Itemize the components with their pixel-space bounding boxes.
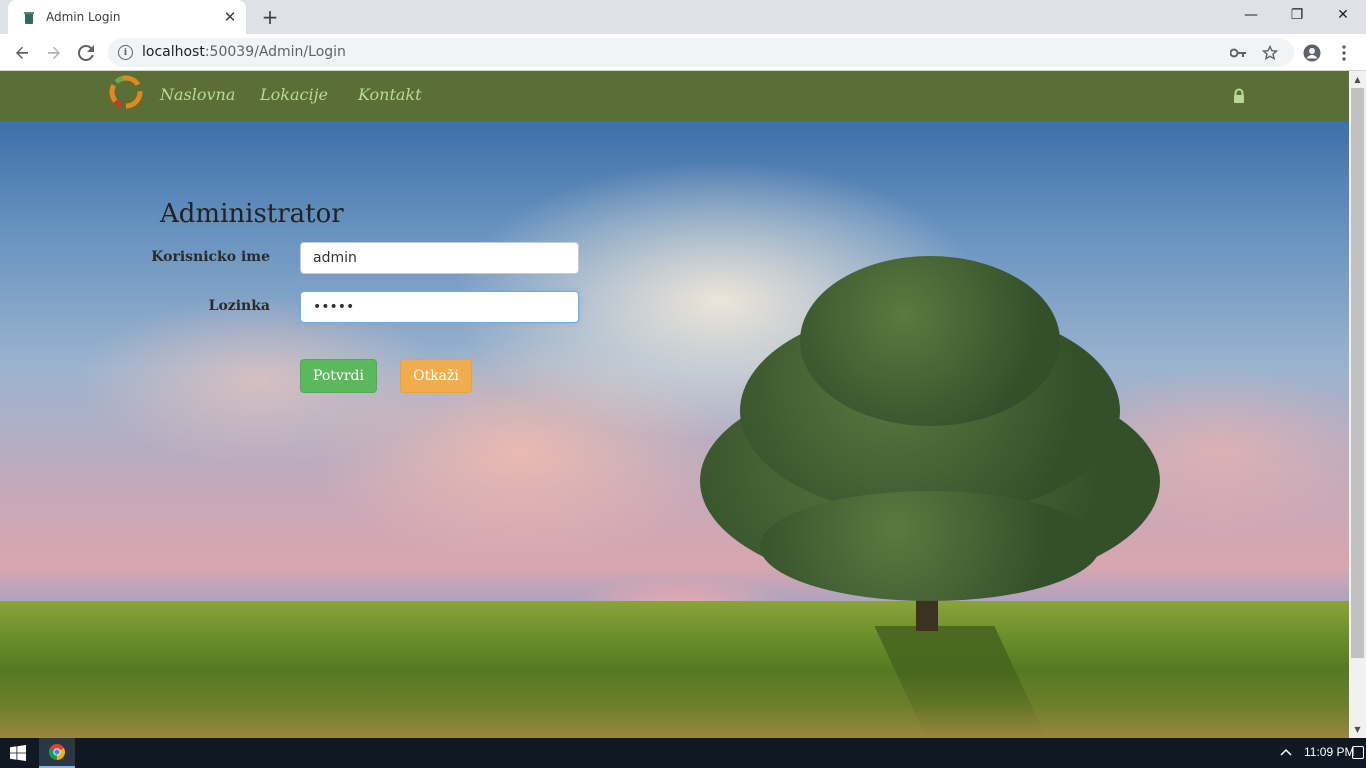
url-path: :50039/Admin/Login (204, 44, 346, 60)
windows-start-icon[interactable] (0, 738, 36, 768)
browser-tab-strip: Admin Login ✕ + — ❐ ✕ (0, 0, 1366, 34)
nav-link-home[interactable]: Naslovna (160, 85, 235, 104)
windows-taskbar: 11:09 PM (0, 738, 1366, 768)
grass-field (0, 601, 1349, 738)
browser-toolbar: i localhost:50039/Admin/Login (0, 34, 1366, 71)
back-icon[interactable] (8, 39, 36, 67)
minimize-button[interactable]: — (1228, 0, 1274, 30)
chrome-icon[interactable] (39, 738, 75, 768)
site-logo-icon[interactable] (108, 74, 144, 110)
url-host: localhost (142, 44, 205, 60)
username-input[interactable] (300, 242, 579, 274)
taskbar-clock[interactable]: 11:09 PM (1304, 745, 1354, 759)
restore-button[interactable]: ❐ (1274, 0, 1320, 30)
confirm-button[interactable]: Potvrdi (300, 359, 377, 393)
new-tab-button[interactable]: + (256, 5, 284, 29)
page-scrollbar[interactable]: ▲ ▼ (1349, 71, 1366, 738)
nav-link-contact[interactable]: Kontakt (358, 85, 422, 104)
tab-close-icon[interactable]: ✕ (218, 5, 242, 29)
page-title: Administrator (160, 199, 344, 229)
tab-title: Admin Login (46, 10, 121, 24)
lock-icon[interactable] (1232, 88, 1246, 104)
forward-icon[interactable] (40, 39, 68, 67)
tree-canopy (760, 491, 1100, 601)
address-bar[interactable]: i localhost:50039/Admin/Login (108, 38, 1294, 67)
password-label: Lozinka (208, 298, 270, 314)
close-window-button[interactable]: ✕ (1320, 0, 1366, 30)
key-icon[interactable] (1228, 43, 1248, 63)
tree-canopy (800, 256, 1060, 426)
menu-icon[interactable] (1330, 39, 1358, 67)
hero-background: Administrator Korisnicko ime Lozinka Pot… (0, 121, 1349, 738)
password-input[interactable] (300, 291, 579, 323)
reload-icon[interactable] (72, 39, 100, 67)
app-favicon-icon (22, 10, 36, 24)
scroll-up-arrow-icon[interactable]: ▲ (1349, 71, 1366, 88)
scroll-thumb[interactable] (1351, 88, 1364, 658)
browser-tab[interactable]: Admin Login ✕ (8, 0, 246, 34)
scroll-down-arrow-icon[interactable]: ▼ (1349, 721, 1366, 738)
star-icon[interactable] (1260, 43, 1280, 63)
page-viewport: Naslovna Lokacije Kontakt Administrator … (0, 71, 1349, 738)
notification-icon[interactable] (1352, 746, 1364, 759)
url-text[interactable]: localhost:50039/Admin/Login (142, 44, 346, 60)
info-icon[interactable]: i (118, 45, 133, 60)
nav-link-locations[interactable]: Lokacije (260, 85, 328, 104)
site-navbar: Naslovna Lokacije Kontakt (0, 71, 1349, 121)
account-icon[interactable] (1298, 39, 1326, 67)
username-label: Korisnicko ime (151, 249, 270, 265)
cancel-button[interactable]: Otkaži (400, 359, 472, 393)
tray-arrow-icon[interactable] (1280, 745, 1292, 759)
